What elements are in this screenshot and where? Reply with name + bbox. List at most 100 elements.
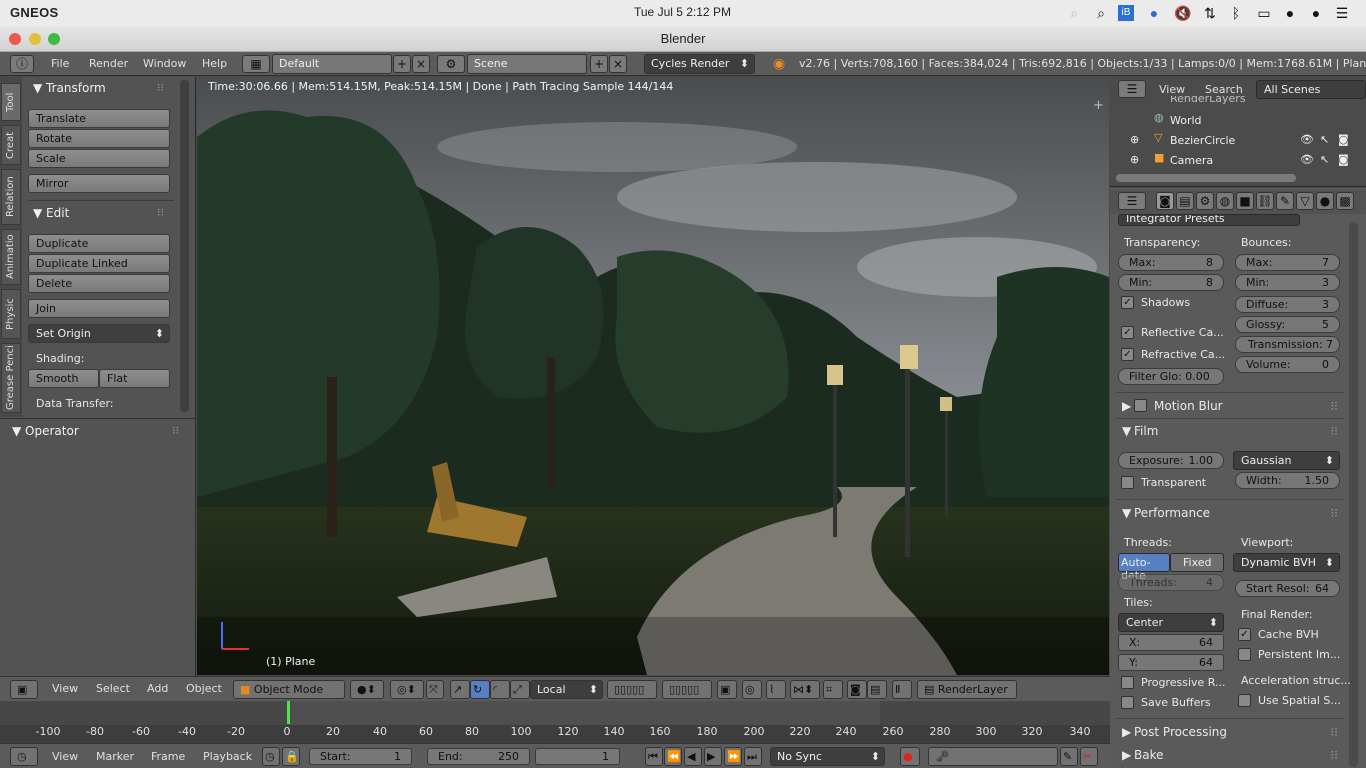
search-icon[interactable]: ⌕ [1066,5,1082,21]
screen-layout-icon[interactable]: ▦ [242,55,270,73]
volume-muted-icon[interactable]: 🔇 [1174,5,1191,21]
post-processing-panel-header[interactable]: ▶ Post Processing ⁝⁝ [1116,722,1344,744]
filter-width-field[interactable]: Width: 1.50 [1235,472,1340,489]
pivot-point-select[interactable]: ◎⬍ [390,680,424,699]
bluetooth-icon[interactable]: ᛒ [1228,5,1244,21]
scale-button[interactable]: Scale [28,149,170,168]
smooth-button[interactable]: Smooth [28,369,99,388]
start-frame-field[interactable]: Start: 1 [309,748,412,765]
rotate-button[interactable]: Rotate [28,129,170,148]
scene-layers-grid-1[interactable]: ▯▯▯▯▯ [607,680,657,699]
progressive-refine-checkbox[interactable] [1121,676,1134,689]
browser-icon[interactable]: ● [1146,5,1162,21]
cache-bvh-checkbox[interactable]: ✓ [1238,628,1251,641]
drag-handle-icon[interactable]: ⁝⁝ [1330,424,1338,438]
render-layers-tab-icon[interactable]: ▤ [1176,192,1194,210]
battery-icon[interactable]: ▭ [1254,5,1274,21]
insert-keyframe-icon[interactable]: ✎ [1060,747,1078,766]
rotate-manipulator-icon[interactable]: ↻ [470,680,490,699]
transform-orientation-select[interactable]: Local ⬍ [530,680,603,699]
selectable-cursor-icon[interactable]: ↖ [1320,133,1329,146]
chat-icon[interactable]: ● [1282,5,1298,21]
drag-handle-icon[interactable]: ⁝⁝ [1330,399,1338,413]
outliner-menu-search[interactable]: Search [1205,83,1243,96]
timeline-menu-marker[interactable]: Marker [96,750,134,763]
menu-file[interactable]: File [51,57,69,70]
render-layer-select[interactable]: ▤ RenderLayer [917,680,1017,699]
menu-icon[interactable]: ☰ [1334,5,1350,21]
delete-button[interactable]: Delete [28,274,170,293]
texture-tab-icon[interactable]: ▩ [1336,192,1354,210]
play-icon[interactable]: ▶ [704,747,722,766]
set-origin-select[interactable]: Set Origin ⬍ [28,324,170,343]
render-engine-select[interactable]: Cycles Render ⬍ [644,54,755,74]
screen-layout-field[interactable]: Default [272,54,392,74]
user-icon[interactable]: ● [1308,5,1324,21]
jump-keyframe-forward-icon[interactable]: ⏩ [724,747,742,766]
jump-start-icon[interactable]: ⏮ [645,747,663,766]
scene-tab-icon[interactable]: ⚙ [1196,192,1214,210]
info-editor-type-icon[interactable]: ⓘ [10,55,34,73]
tile-x-field[interactable]: X: 64 [1118,634,1224,651]
current-frame-field[interactable]: 1 [535,748,620,765]
use-spatial-splits-checkbox[interactable] [1238,694,1251,707]
drag-handle-icon[interactable]: ⁝⁝ [172,424,179,437]
outliner-row-renderlayers[interactable]: RenderLayers [1116,96,1346,108]
transparent-film-checkbox[interactable] [1121,476,1134,489]
motion-blur-checkbox[interactable] [1134,399,1147,412]
start-resolution-field[interactable]: Start Resol: 64 [1235,580,1340,597]
keying-set-field[interactable]: 🗝 [928,747,1058,766]
tab-create[interactable]: Creat [1,125,21,165]
pixel-filter-select[interactable]: Gaussian ⬍ [1233,451,1340,470]
transmission-bounces-field[interactable]: Transmission: 7 [1235,336,1340,353]
scene-icon[interactable]: ⚙ [437,55,465,73]
snap-toggle-icon[interactable]: ⌇ [766,680,786,699]
tool-shelf-scrollbar[interactable] [180,80,189,412]
tile-y-field[interactable]: Y: 64 [1118,654,1224,671]
threads-auto-detect-button[interactable]: Auto-dete [1118,553,1170,582]
operator-panel-header[interactable]: ▼ Operator [12,424,79,438]
volume-bounces-field[interactable]: Volume: 0 [1235,356,1340,373]
expand-icon[interactable]: ⊕ [1130,133,1139,146]
jump-keyframe-back-icon[interactable]: ⏪ [664,747,682,766]
threads-count-field[interactable]: Threads: 4 [1118,574,1224,591]
data-tab-icon[interactable]: ▽ [1296,192,1314,210]
drag-handle-icon[interactable]: ⁝⁝ [1330,506,1338,520]
performance-panel-header[interactable]: ▼ Performance ⁝⁝ [1116,503,1344,525]
pause-render-icon[interactable]: Ⅱ [892,680,912,699]
network-icon[interactable]: ⇅ [1202,5,1218,21]
object-tab-icon[interactable]: ■ [1236,192,1254,210]
timeline-menu-frame[interactable]: Frame [151,750,185,763]
bake-panel-header[interactable]: ▶ Bake ⁝⁝ [1116,745,1344,767]
timeline-menu-playback[interactable]: Playback [203,750,252,763]
tab-grease-pencil[interactable]: Grease Penci [1,343,21,413]
scene-layers-grid-2[interactable]: ▯▯▯▯▯ [662,680,712,699]
tab-animation[interactable]: Animatio [1,229,21,285]
integrator-presets-select[interactable]: Integrator Presets [1118,214,1300,226]
world-tab-icon[interactable]: ◍ [1216,192,1234,210]
preview-range-icon[interactable]: ◷ [262,747,280,766]
drag-handle-icon[interactable]: ⁝⁝ [1330,725,1338,739]
constraints-tab-icon[interactable]: ⛓ [1256,192,1274,210]
os-clock[interactable]: Tue Jul 5 2:12 PM [634,5,731,19]
refractive-caustics-checkbox[interactable]: ✓ [1121,348,1134,361]
scene-field[interactable]: Scene [467,54,587,74]
timeline-menu-view[interactable]: View [52,750,78,763]
remove-scene-icon[interactable]: × [609,55,627,73]
delete-keyframe-icon[interactable]: ✂ [1080,747,1098,766]
3d-view-menu-add[interactable]: Add [147,682,168,695]
outliner-row-beziercircle[interactable]: ⊕ ▽ BezierCircle 👁 ↖ ◙ [1116,131,1349,151]
tab-relations[interactable]: Relation [1,169,21,225]
expand-icon[interactable]: ⊕ [1130,153,1139,166]
tile-order-select[interactable]: Center ⬍ [1118,613,1224,632]
selectable-cursor-icon[interactable]: ↖ [1320,153,1329,166]
visibility-eye-icon[interactable]: 👁 [1300,153,1314,166]
tab-tool[interactable]: Tool [1,83,21,121]
jump-end-icon[interactable]: ⏭ [744,747,762,766]
translate-manipulator-icon[interactable]: ↗ [450,680,470,699]
drag-handle-icon[interactable]: ⁝⁝ [157,206,164,219]
interaction-mode-select[interactable]: ■ Object Mode [233,680,345,699]
glossy-bounces-field[interactable]: Glossy: 5 [1235,316,1340,333]
threads-fixed-button[interactable]: Fixed [1170,553,1224,572]
duplicate-linked-button[interactable]: Duplicate Linked [28,254,170,273]
